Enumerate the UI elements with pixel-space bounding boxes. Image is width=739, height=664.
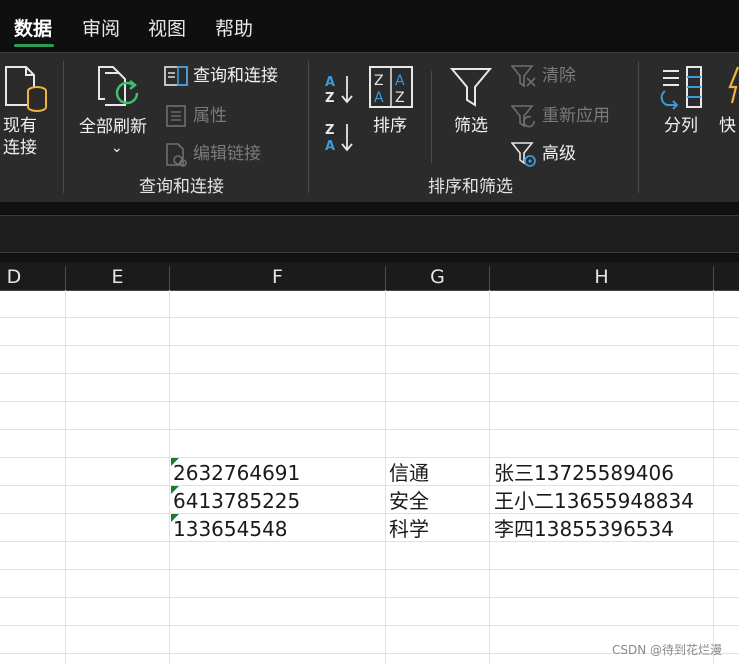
flash-fill-icon: [728, 66, 739, 104]
grid-vline: [713, 290, 714, 664]
sort-label: 排序: [373, 116, 407, 136]
svg-text:A: A: [325, 75, 335, 90]
grid-hline: [0, 597, 739, 598]
svg-text:A: A: [374, 90, 384, 106]
text-to-columns-icon: [660, 66, 702, 110]
cell-h-row2[interactable]: 王小二13655948834: [494, 487, 694, 515]
grid-hline: [0, 317, 739, 318]
svg-text:Z: Z: [325, 123, 334, 138]
cell-g-row1[interactable]: 信通: [389, 459, 429, 487]
cell-g-row3[interactable]: 科学: [389, 515, 429, 543]
filter-funnel-icon: [450, 68, 492, 107]
clear-filter-icon: [511, 65, 536, 88]
tab-help[interactable]: 帮助: [215, 16, 253, 42]
advanced-filter-label: 高级: [542, 144, 576, 164]
cell-g-row2[interactable]: 安全: [389, 487, 429, 515]
column-header-d[interactable]: D: [0, 262, 28, 290]
filter-label: 筛选: [454, 116, 488, 136]
watermark: CSDN @待到花烂漫: [612, 643, 723, 657]
grid-hline: [0, 401, 739, 402]
edit-links-icon: [166, 143, 187, 167]
grid-hline: [0, 345, 739, 346]
flash-fill-label: 快: [719, 116, 736, 136]
clear-filter-label: 清除: [542, 66, 576, 86]
grid-hline: [0, 429, 739, 430]
sort-dialog-icon: Z A A Z: [369, 66, 413, 108]
existing-connections-icon: [5, 66, 47, 112]
column-divider[interactable]: [713, 266, 714, 290]
formula-input[interactable]: [0, 215, 739, 253]
grid-vline: [169, 290, 170, 664]
grid-hline: [0, 373, 739, 374]
sort-ascending-icon[interactable]: A Z: [325, 73, 355, 105]
existing-connections-label-line1: 现有: [3, 116, 37, 136]
grid-hline: [0, 569, 739, 570]
queries-connections-label: 查询和连接: [193, 66, 278, 86]
sort-descending-icon[interactable]: Z A: [325, 121, 355, 153]
cell-h-row1[interactable]: 张三13725589406: [494, 459, 674, 487]
grid-hline: [0, 625, 739, 626]
properties-label: 属性: [193, 106, 227, 126]
column-header-e[interactable]: E: [66, 262, 169, 290]
grid-vline: [385, 290, 386, 664]
queries-connections-icon: [164, 66, 188, 86]
cell-f-row2[interactable]: 6413785225: [173, 487, 300, 515]
cell-grid[interactable]: 2632764691 信通 张三13725589406 6413785225 安…: [0, 290, 739, 664]
cell-f-row3[interactable]: 133654548: [173, 515, 288, 543]
grid-hline: [0, 457, 739, 458]
tab-view[interactable]: 视图: [148, 16, 186, 42]
svg-text:Z: Z: [374, 73, 384, 89]
svg-text:A: A: [325, 139, 335, 153]
reapply-filter-label: 重新应用: [542, 106, 610, 126]
existing-connections-label-line2: 连接: [3, 138, 37, 158]
advanced-filter-icon: [511, 142, 536, 167]
tab-data[interactable]: 数据: [14, 16, 52, 42]
column-header-g[interactable]: G: [386, 262, 489, 290]
grid-vline: [65, 290, 66, 664]
svg-text:Z: Z: [325, 91, 334, 105]
group-label-queries: 查询和连接: [139, 177, 224, 197]
refresh-dropdown-caret[interactable]: ⌄: [111, 137, 123, 159]
active-tab-indicator: [14, 44, 54, 47]
refresh-all-label: 全部刷新: [79, 117, 147, 137]
group-separator: [638, 61, 639, 193]
svg-text:A: A: [395, 73, 405, 89]
refresh-all-icon: [98, 66, 139, 106]
group-separator: [63, 61, 64, 193]
ribbon-tabs: 数据 审阅 视图 帮助: [0, 0, 739, 52]
cell-h-row3[interactable]: 李四13855396534: [494, 515, 674, 543]
column-headers: D E F G H: [0, 262, 739, 291]
group-separator: [308, 61, 309, 193]
text-to-columns-label: 分列: [664, 116, 698, 136]
reapply-filter-icon: [511, 105, 535, 128]
edit-links-label: 编辑链接: [193, 144, 261, 164]
formula-bar-area: [0, 202, 739, 262]
properties-icon: [166, 105, 186, 127]
column-header-h[interactable]: H: [490, 262, 713, 290]
ribbon: 现有 连接 全部刷新 ⌄ 查询和连接 属性 编辑链接 查询和连接 A Z Z A…: [0, 52, 739, 203]
column-header-f[interactable]: F: [170, 262, 385, 290]
grid-vline: [489, 290, 490, 664]
cell-f-row1[interactable]: 2632764691: [173, 459, 300, 487]
tab-review[interactable]: 审阅: [82, 16, 120, 42]
svg-text:Z: Z: [395, 90, 405, 106]
group-label-sort-filter: 排序和筛选: [428, 177, 513, 197]
group-separator: [431, 71, 432, 163]
